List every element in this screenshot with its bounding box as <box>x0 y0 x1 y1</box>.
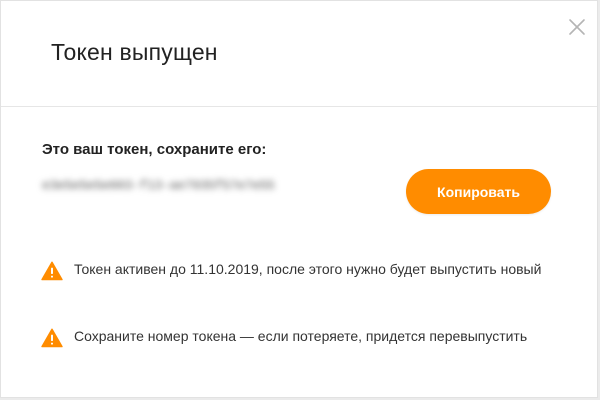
notice-text: Сохраните номер токена — если потеряете,… <box>74 328 528 344</box>
close-icon <box>569 19 585 35</box>
warning-icon <box>41 261 63 281</box>
warning-icon <box>41 328 63 348</box>
close-button[interactable] <box>565 15 589 39</box>
dialog-header: Токен выпущен <box>1 1 597 107</box>
notice-text: Токен активен до 11.10.2019, после этого… <box>74 261 542 277</box>
token-issued-dialog: Токен выпущен Это ваш токен, сохраните е… <box>0 0 598 398</box>
dialog-title: Токен выпущен <box>51 39 218 65</box>
token-label: Это ваш токен, сохраните его: <box>42 141 267 158</box>
token-value[interactable]: e3e5e5e5e603-f13-ae7935f57e7e55 <box>42 178 275 193</box>
dialog-body: Это ваш токен, сохраните его: e3e5e5e5e6… <box>1 107 597 399</box>
copy-button[interactable]: Копировать <box>406 169 551 214</box>
